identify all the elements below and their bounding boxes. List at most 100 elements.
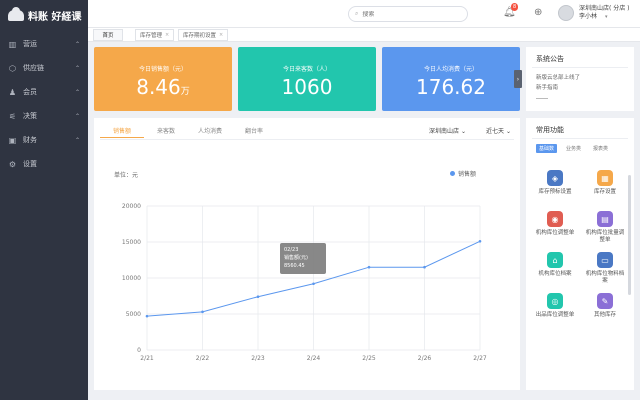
tooltip-series: 销售额(元) [284,255,308,261]
data-point [145,314,149,318]
data-point [367,265,371,269]
data-point [312,282,315,286]
function-label: 库存设置 [593,189,616,195]
function-item[interactable]: ◈ 库存预标设置 [534,170,576,196]
y-tick-label: 15000 [122,239,141,246]
function-item[interactable]: ⌂ 机构库位档案 [534,252,576,278]
y-tick-label: 0 [137,347,141,354]
chart-icon: ▥ [8,39,17,49]
user-info[interactable]: 深圳南山店( 分店 ) 李小林 ▾ [579,5,630,21]
tab-inventory[interactable]: 库存管理 × [135,29,175,41]
function-item[interactable]: ◎ 出品库位调整单 [534,293,576,319]
sidebar: 料账 好経课 ▥ 营运 ⌃ ⬡ 供应链 ⌃ ♟ 会员 ⌃ ⚟ 决策 ⌃ ▣ 财务 ⌃ ⚙ 设置 [0,0,88,400]
function-label: 出品库位调整单 [535,312,575,318]
brand: 料账 好経课 [0,0,88,30]
function-item[interactable]: ▦ 库存设置 [584,170,626,196]
top-bar: ⌕ 🔔︎8 ⊕ 深圳南山店( 分店 ) 李小林 ▾ [88,0,640,28]
chevron-up-icon: ⌃ [74,112,80,120]
data-point [423,265,426,269]
tab-home[interactable]: 首页 [93,29,123,41]
chevron-right-icon[interactable]: › [514,70,522,88]
search-input[interactable] [362,10,453,18]
tab-bar: 首页 库存管理 × 库存期初设置 × [88,28,640,42]
bell-icon[interactable]: 🔔︎ 8 [503,3,519,18]
inventory-settings-icon: ▦ [597,170,613,186]
notice-panel: 系统公告 新版云总部上线了 新手指南 [526,47,634,111]
chevron-up-icon: ⌃ [74,136,80,144]
common-subtabs: 基础数 业务类 报表类 [536,144,611,153]
tooltip-date: 02/23 [284,247,299,253]
search-box[interactable]: ⌕ [348,6,468,22]
cloud-logo-icon [8,6,24,21]
y-tick-label: 20000 [122,203,141,210]
scrollbar[interactable] [628,175,631,295]
data-point [201,310,204,314]
function-label: 机构库位物料档案 [585,271,625,284]
subtab-basic[interactable]: 基础数 [536,144,558,153]
sidebar-item-label: 供应链 [23,64,44,72]
sidebar-item-5[interactable]: ⚙ 设置 [0,152,88,176]
x-tick-label: 2/26 [418,355,432,362]
material-icon: ▭ [597,252,613,268]
subtab-business[interactable]: 业务类 [563,144,584,153]
x-tick-label: 2/22 [196,355,210,362]
adjust-icon: ◉ [547,211,563,227]
stat-unit: 万 [180,87,190,97]
supply-icon: ⬡ [9,63,16,73]
other-icon: ✎ [597,293,613,309]
stat-card-avg-spend: 今日人均消费（元） 176.62 [382,47,520,111]
stat-value: 8.46 [136,75,181,99]
archive-icon: ⌂ [547,252,563,268]
sidebar-item-label: 营运 [23,40,37,48]
divider [532,67,628,68]
sidebar-item-0[interactable]: ▥ 营运 ⌃ [0,32,88,56]
function-item[interactable]: ▤ 机构库位批量调整单 [584,211,626,244]
notice-item[interactable]: 新版云总部上线了 [536,73,580,81]
chevron-up-icon: ⌃ [74,88,80,96]
settings-icon[interactable]: ⊕ [534,7,542,18]
sidebar-item-1[interactable]: ⬡ 供应链 ⌃ [0,56,88,80]
divider [536,98,548,99]
notice-item[interactable]: 新手指南 [536,83,558,91]
sidebar-item-label: 决策 [23,112,37,120]
data-point [478,239,482,243]
finance-icon: ▣ [8,135,17,145]
subtab-report[interactable]: 报表类 [590,144,611,153]
tab-inventory-setup[interactable]: 库存期初设置 × [178,29,229,41]
user-store: 深圳南山店( 分店 ) [579,5,630,12]
decision-icon: ⚟ [8,111,17,121]
common-functions-panel: 常用功能 基础数 业务类 报表类 ◈ 库存预标设置 ▦ 库存设置 ◉ 机构库位调整单 ▤ 机构… [526,118,634,390]
x-tick-label: 2/21 [140,355,154,362]
common-title: 常用功能 [536,126,564,134]
x-tick-label: 2/27 [473,355,487,362]
x-tick-label: 2/25 [362,355,376,362]
sidebar-item-3[interactable]: ⚟ 决策 ⌃ [0,104,88,128]
search-icon: ⌕ [355,10,359,17]
avatar[interactable] [558,5,574,21]
notice-title: 系统公告 [536,55,564,63]
function-label: 机构库位档案 [538,271,572,277]
member-icon: ♟ [8,87,17,97]
divider [532,138,628,139]
chart-tooltip: 02/23 销售额(元) 8560.45 [280,243,326,274]
inventory-alert-icon: ◈ [547,170,563,186]
function-label: 机构库位调整单 [535,230,575,236]
x-tick-label: 2/23 [251,355,265,362]
function-label: 机构库位批量调整单 [585,230,625,243]
x-tick-label: 2/24 [307,355,321,362]
gear-icon: ⚙ [8,159,17,169]
notification-badge: 8 [511,3,519,11]
close-icon[interactable]: × [219,32,223,38]
stat-value: 1060 [281,75,333,99]
sidebar-item-4[interactable]: ▣ 财务 ⌃ [0,128,88,152]
sidebar-item-label: 会员 [23,88,37,96]
close-icon[interactable]: × [165,32,169,38]
function-item[interactable]: ✎ 其他库存 [584,293,626,319]
function-item[interactable]: ▭ 机构库位物料档案 [584,252,626,285]
function-item[interactable]: ◉ 机构库位调整单 [534,211,576,237]
chevron-up-icon: ⌃ [74,40,80,48]
chevron-up-icon: ⌃ [74,64,80,72]
sidebar-item-label: 财务 [23,136,37,144]
sidebar-item-2[interactable]: ♟ 会员 ⌃ [0,80,88,104]
stat-card-visitors: 今日来客数（人） 1060 [238,47,376,111]
